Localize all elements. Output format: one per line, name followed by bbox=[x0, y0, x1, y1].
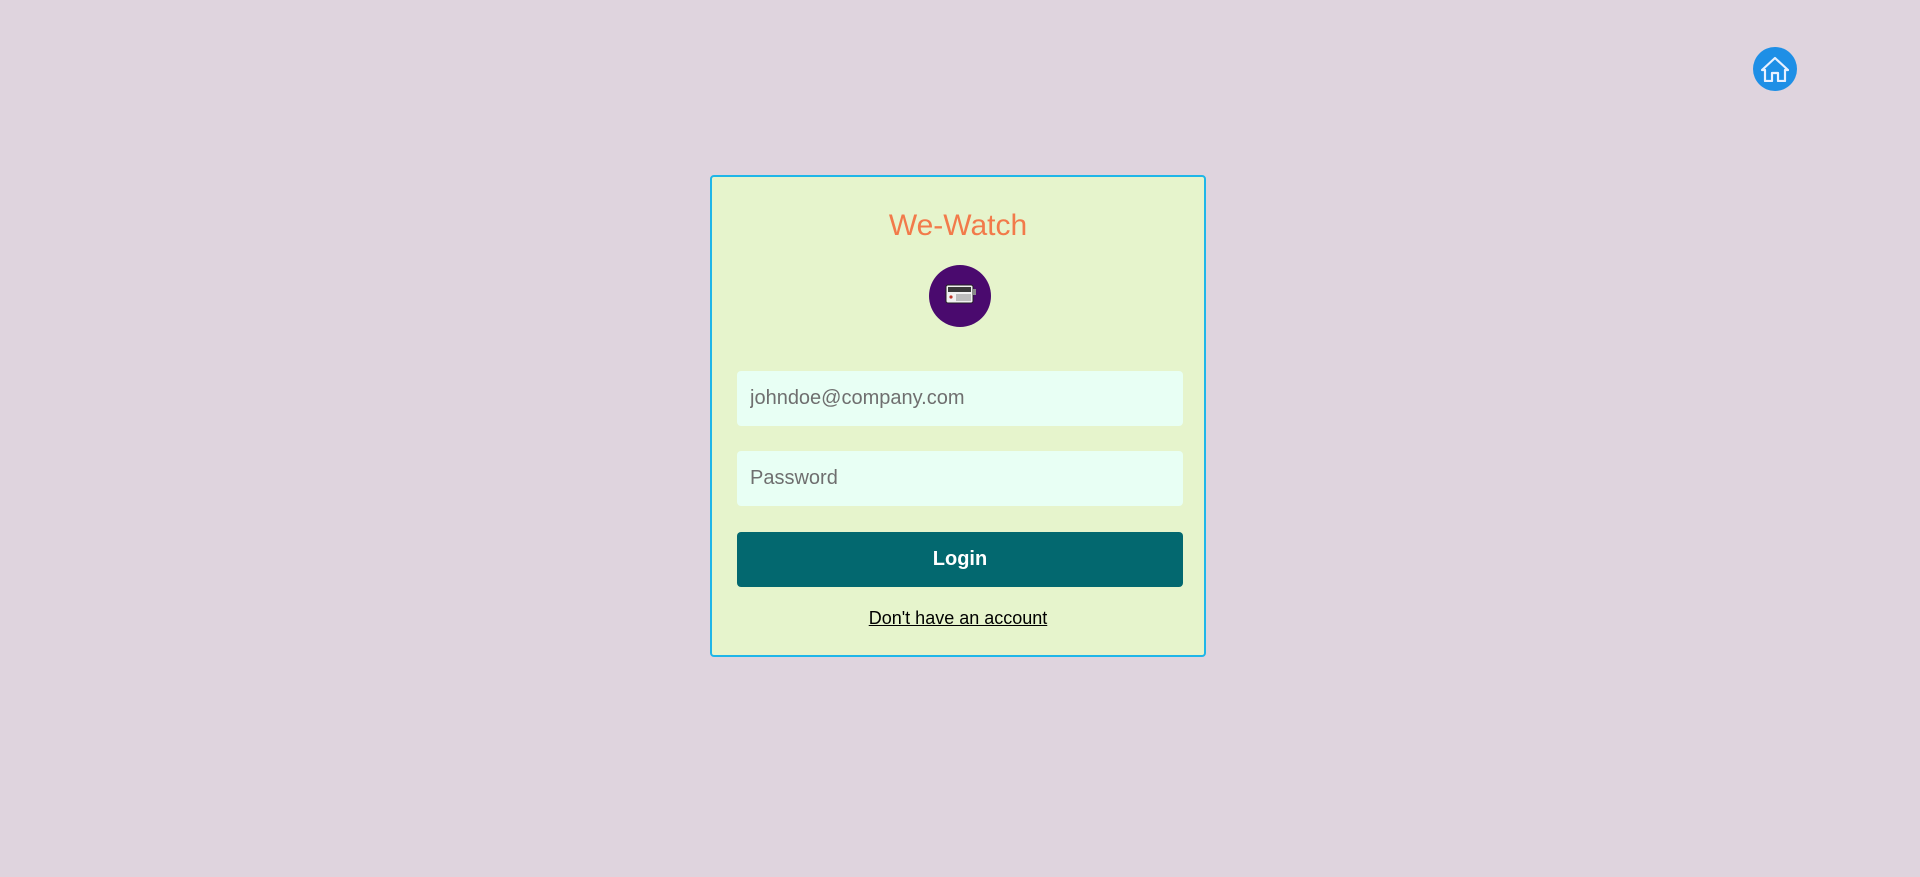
projector-icon bbox=[943, 281, 977, 312]
signup-link[interactable]: Don't have an account bbox=[712, 608, 1204, 629]
home-icon bbox=[1761, 56, 1789, 82]
login-page: We-Watch Login Don't have an account bbox=[0, 0, 1920, 877]
login-button[interactable]: Login bbox=[737, 532, 1183, 587]
home-button[interactable] bbox=[1753, 47, 1797, 91]
login-card: We-Watch Login Don't have an account bbox=[710, 175, 1206, 657]
app-title: We-Watch bbox=[888, 209, 1028, 242]
password-field[interactable] bbox=[737, 451, 1183, 506]
email-field[interactable] bbox=[737, 371, 1183, 426]
app-logo bbox=[929, 265, 991, 327]
